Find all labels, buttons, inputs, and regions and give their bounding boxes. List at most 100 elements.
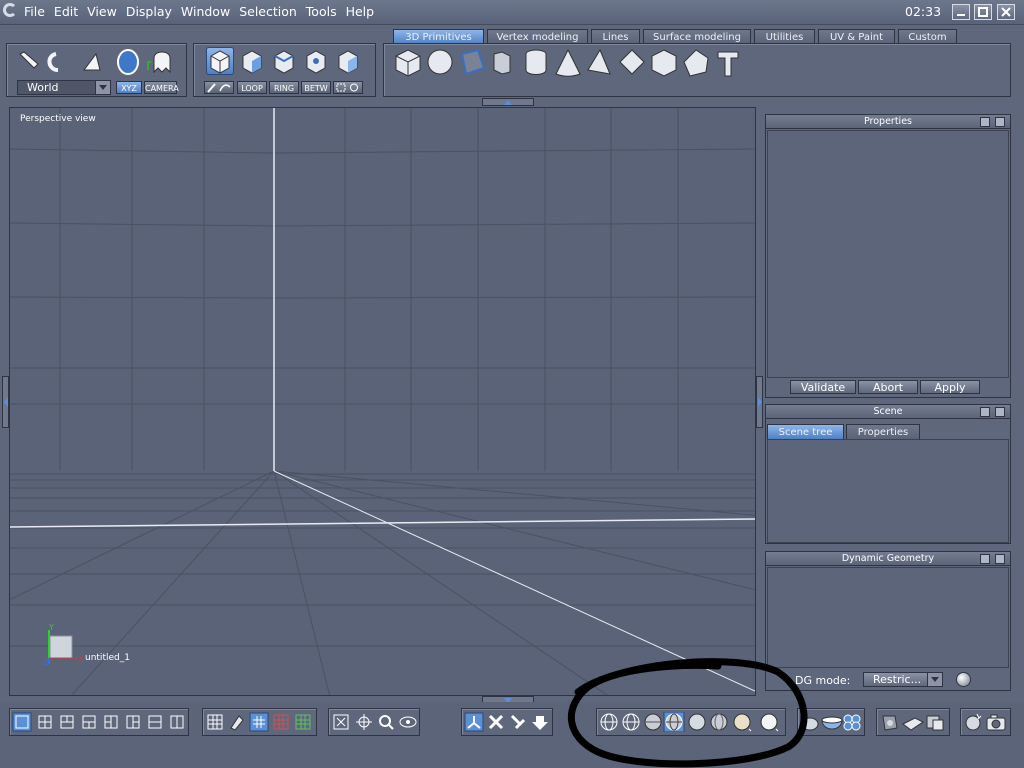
layout-horizontal-icon	[148, 715, 162, 729]
camera-button[interactable]: CAMERA	[144, 81, 179, 94]
xyz-button[interactable]: XYZ	[116, 81, 142, 94]
ghost-tool-icon	[147, 51, 171, 74]
loop-button[interactable]: LOOP	[237, 81, 267, 94]
right-panel-handle[interactable]	[756, 376, 763, 428]
top-panel-collapse-handle[interactable]	[482, 98, 534, 106]
walk-camera-icon	[532, 716, 548, 730]
viewport-grid	[10, 108, 755, 695]
lasso-icon	[336, 83, 358, 92]
menu-display[interactable]: Display	[126, 4, 172, 19]
grid-green-icon	[295, 714, 311, 730]
clock: 02:33	[905, 4, 942, 19]
abort-button[interactable]: Abort	[858, 380, 918, 394]
orbit-camera-icon	[488, 714, 504, 730]
selection-mode-icons	[210, 50, 358, 74]
tab-3d-primitives[interactable]: 3D Primitives	[393, 29, 484, 44]
brush-select-button[interactable]	[204, 81, 234, 94]
layout-single-icon	[12, 712, 32, 732]
maximize-button[interactable]	[974, 4, 992, 20]
plane-icon	[460, 48, 486, 76]
rotate-tool-icon	[47, 52, 59, 72]
object-name-label: untitled_1	[85, 653, 130, 663]
dg-mode-select[interactable]: Restric...	[863, 672, 943, 687]
viewport-layout-icons	[12, 712, 184, 732]
close-icon	[1001, 7, 1011, 17]
camera-render-icon	[986, 714, 1006, 731]
menu-window[interactable]: Window	[181, 4, 230, 19]
menu-tools[interactable]: Tools	[306, 4, 337, 19]
scene-objects-icon	[902, 717, 924, 731]
ring-button[interactable]: RING	[269, 81, 299, 94]
panel-close-icon[interactable]	[995, 117, 1005, 127]
point-select-icon	[338, 50, 358, 74]
render-icons	[965, 713, 1006, 731]
scale-tool-icon	[83, 52, 101, 71]
fit-view-icon	[333, 714, 349, 730]
pyramid-icon	[587, 48, 611, 75]
snap-grid-icon	[249, 712, 269, 732]
cube-icon	[395, 49, 421, 77]
panel-menu-icon[interactable]	[980, 407, 990, 417]
axis-x-label: X	[78, 654, 84, 663]
layout-quad-icon	[38, 715, 52, 729]
minimize-icon	[957, 14, 965, 16]
panel-menu-icon[interactable]	[980, 554, 990, 564]
close-button[interactable]	[997, 4, 1015, 20]
grid-icons	[207, 712, 311, 732]
geometry-group-icon	[926, 715, 944, 731]
scene-panel: Scene Scene tree Properties	[765, 404, 1011, 544]
scene-panel-title: Scene	[766, 405, 1010, 419]
tab-lines[interactable]: Lines	[591, 29, 640, 44]
panel-close-icon[interactable]	[995, 554, 1005, 564]
lasso-select-button[interactable]	[333, 81, 363, 94]
octahedron-icon	[619, 49, 645, 75]
coordinate-system-select[interactable]: World	[17, 80, 111, 95]
validate-button[interactable]: Validate	[790, 380, 856, 394]
fly-camera-icon	[510, 714, 526, 730]
tab-utilities[interactable]: Utilities	[754, 29, 815, 44]
properties-content	[767, 130, 1009, 378]
tab-scene-tree[interactable]: Scene tree	[767, 424, 844, 439]
layout-three-left-icon	[104, 715, 118, 729]
apply-button[interactable]: Apply	[920, 380, 980, 394]
app-logo-icon[interactable]	[3, 3, 17, 17]
menu-selection[interactable]: Selection	[239, 4, 297, 19]
menu-edit[interactable]: Edit	[54, 4, 78, 19]
paint-settings-icon	[230, 715, 244, 731]
grid-red-icon	[273, 714, 289, 730]
coordinate-system-value: World	[27, 81, 59, 94]
between-button[interactable]: BETW	[301, 81, 331, 94]
manipulator-icons	[19, 49, 171, 75]
panel-close-icon[interactable]	[995, 407, 1005, 417]
layout-vertical-icon	[170, 715, 184, 729]
chevron-down-icon	[95, 81, 110, 94]
dg-mode-toggle[interactable]	[956, 672, 971, 687]
tab-vertex-modeling[interactable]: Vertex modeling	[487, 29, 588, 44]
tab-scene-properties[interactable]: Properties	[846, 424, 920, 439]
minimize-button[interactable]	[952, 4, 970, 20]
left-panel-handle[interactable]	[2, 376, 9, 428]
chevron-left-icon	[4, 397, 8, 407]
camera-mode-icons	[464, 712, 548, 732]
tab-surface-modeling[interactable]: Surface modeling	[643, 29, 751, 44]
chevron-right-icon	[758, 397, 762, 407]
dynamic-geometry-title: Dynamic Geometry	[766, 552, 1010, 566]
panel-menu-icon[interactable]	[980, 117, 990, 127]
vertex-select-icon	[306, 50, 326, 74]
tab-uv-paint[interactable]: UV & Paint	[818, 29, 895, 44]
tab-custom[interactable]: Custom	[898, 29, 957, 44]
chevron-down-icon	[927, 673, 942, 686]
axis-z-label: Z	[44, 658, 50, 667]
brush-icon	[207, 83, 231, 93]
primitive-icons	[395, 48, 739, 77]
material-editor-icon	[882, 715, 898, 731]
face-select-icon	[242, 50, 262, 74]
menu-view[interactable]: View	[87, 4, 117, 19]
annotation-circle	[568, 658, 808, 768]
render-setup-icons	[882, 715, 944, 731]
menu-help[interactable]: Help	[346, 4, 375, 19]
bowl-light-icon	[821, 716, 843, 730]
menu-file[interactable]: File	[24, 4, 45, 19]
perspective-viewport[interactable]	[9, 107, 756, 696]
eye-icon	[399, 716, 417, 728]
